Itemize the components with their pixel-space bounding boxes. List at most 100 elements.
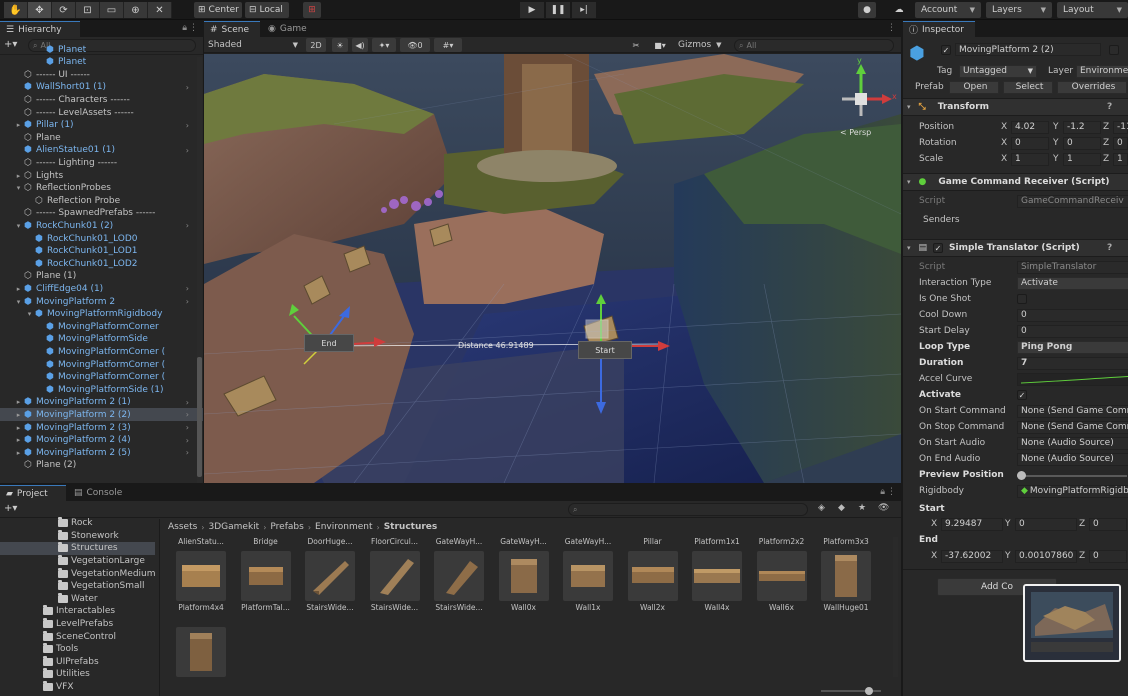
- end-z-field[interactable]: 0: [1089, 549, 1127, 563]
- lock-icon[interactable]: 🔒︎: [182, 23, 187, 33]
- hierarchy-item[interactable]: ⬡ Plane (2): [0, 459, 203, 472]
- transform-tool-icon[interactable]: ⊕: [124, 2, 148, 18]
- asset-item[interactable]: Wall1x: [557, 551, 619, 615]
- hierarchy-item[interactable]: ▸ ⬡ Lights: [0, 169, 203, 182]
- breadcrumb-item[interactable]: Prefabs: [270, 522, 303, 532]
- st-field-checkbox[interactable]: ✓: [1017, 390, 1027, 400]
- tag-dropdown[interactable]: Untagged ▼: [959, 64, 1037, 78]
- folder-item[interactable]: Rock: [0, 517, 93, 530]
- layers-dropdown[interactable]: Layers ▼: [986, 2, 1052, 18]
- pivot-center-toggle[interactable]: ⊞ Center: [194, 2, 242, 18]
- tab-scene[interactable]: # Scene: [204, 21, 260, 37]
- hand-tool-icon[interactable]: ✋: [4, 2, 28, 18]
- hierarchy-item[interactable]: ▾ ⬡ ReflectionProbes: [0, 182, 203, 195]
- chevron-right-icon[interactable]: ›: [186, 410, 189, 419]
- hierarchy-item[interactable]: ⬢ RockChunk01_LOD2: [0, 257, 203, 270]
- st-field-value[interactable]: None (Audio Source): [1017, 436, 1128, 450]
- hierarchy-item[interactable]: ⬢ MovingPlatformCorner: [0, 320, 203, 333]
- prefab-select-button[interactable]: Select: [1003, 80, 1053, 94]
- chevron-right-icon[interactable]: ›: [186, 448, 189, 457]
- asset-item[interactable]: PlatformTal...: [235, 551, 297, 615]
- 2d-toggle[interactable]: 2D: [306, 38, 326, 52]
- chevron-right-icon[interactable]: ›: [186, 284, 189, 293]
- asset-label[interactable]: GateWayH...: [557, 537, 619, 546]
- hierarchy-item[interactable]: ⬢ AlienStatue01 (1) ›: [0, 144, 203, 157]
- favorite-icon[interactable]: ★: [858, 503, 866, 513]
- st-field-value[interactable]: 0: [1017, 308, 1128, 322]
- accel-curve-field[interactable]: [1017, 372, 1128, 386]
- chevron-right-icon[interactable]: ›: [186, 146, 189, 155]
- chevron-right-icon[interactable]: ›: [186, 83, 189, 92]
- folder-item[interactable]: Water: [0, 592, 98, 606]
- asset-label[interactable]: GateWayH...: [493, 537, 555, 546]
- create-icon[interactable]: +▾: [4, 503, 17, 514]
- hierarchy-item[interactable]: ⬡ Reflection Probe: [0, 194, 203, 207]
- asset-item[interactable]: StairsWide...: [299, 551, 361, 615]
- st-field-checkbox[interactable]: [1017, 294, 1027, 304]
- asset-label[interactable]: Bridge: [235, 537, 297, 546]
- pause-button[interactable]: ❚❚: [546, 2, 570, 18]
- kebab-menu-icon[interactable]: ⋮: [887, 487, 896, 497]
- expand-arrow-icon[interactable]: ▸: [14, 449, 23, 457]
- rotation-x-field[interactable]: 0: [1011, 136, 1049, 150]
- gizmos-dropdown[interactable]: Gizmos ▼: [678, 38, 728, 52]
- asset-item[interactable]: Wall0x: [493, 551, 555, 615]
- scale-y-field[interactable]: 1: [1063, 152, 1101, 166]
- filter-label-icon[interactable]: ◆: [838, 503, 845, 513]
- asset-item[interactable]: Wall6x: [751, 551, 813, 615]
- rotate-tool-icon[interactable]: ⟳: [52, 2, 76, 18]
- chevron-right-icon[interactable]: ›: [186, 423, 189, 432]
- hierarchy-item[interactable]: ⬢ RockChunk01_LOD0: [0, 232, 203, 245]
- static-checkbox[interactable]: [1109, 45, 1119, 55]
- expand-arrow-icon[interactable]: ▾: [14, 222, 23, 230]
- snap-icon[interactable]: ⊞: [303, 2, 321, 18]
- expand-arrow-icon[interactable]: ▸: [14, 285, 23, 293]
- pivot-local-toggle[interactable]: ⊟ Local: [245, 2, 289, 18]
- end-y-field[interactable]: 0.00107860: [1015, 549, 1077, 563]
- hierarchy-item[interactable]: ▸ ⬢ MovingPlatform 2 (3) ›: [0, 421, 203, 434]
- breadcrumb-item[interactable]: 3DGamekit: [209, 522, 260, 532]
- st-field-value[interactable]: None (Send Game Comm: [1017, 404, 1128, 418]
- hierarchy-item[interactable]: ⬢ MovingPlatformCorner (: [0, 371, 203, 384]
- active-checkbox[interactable]: ✓: [941, 45, 951, 55]
- start-y-field[interactable]: 0: [1015, 517, 1077, 531]
- audio-icon[interactable]: ◀): [352, 38, 368, 52]
- hierarchy-item[interactable]: ▸ ⬢ MovingPlatform 2 (4) ›: [0, 434, 203, 447]
- asset-item[interactable]: Wall4x: [686, 551, 748, 615]
- folder-item[interactable]: Interactables: [0, 605, 115, 618]
- expand-arrow-icon[interactable]: ▸: [14, 436, 23, 444]
- slider-knob[interactable]: [865, 687, 873, 695]
- asset-item[interactable]: [170, 627, 232, 691]
- tab-game[interactable]: ◉ Game: [262, 21, 314, 37]
- expand-arrow-icon[interactable]: ▸: [14, 411, 23, 419]
- chevron-right-icon[interactable]: ›: [186, 436, 189, 445]
- asset-label[interactable]: Platform2x2: [751, 537, 813, 546]
- hierarchy-item[interactable]: ▾ ⬢ MovingPlatformRigidbody: [0, 308, 203, 321]
- chevron-right-icon[interactable]: ›: [186, 221, 189, 230]
- asset-label[interactable]: AlienStatu...: [170, 537, 232, 546]
- position-y-field[interactable]: -1.2: [1063, 120, 1101, 134]
- camera-icon[interactable]: ■▾: [648, 38, 672, 52]
- hierarchy-item[interactable]: ⬢ Planet: [0, 43, 203, 56]
- scene-render[interactable]: [204, 54, 901, 483]
- folder-item[interactable]: SceneControl: [0, 630, 116, 643]
- hierarchy-item[interactable]: ▸ ⬢ MovingPlatform 2 (5) ›: [0, 446, 203, 459]
- end-x-field[interactable]: -37.62002: [941, 549, 1003, 563]
- tab-project[interactable]: ▰ Project: [0, 485, 66, 501]
- layer-dropdown[interactable]: Environment: [1076, 64, 1128, 78]
- kebab-menu-icon[interactable]: ⋮: [887, 23, 896, 33]
- chevron-right-icon[interactable]: ›: [186, 297, 189, 306]
- custom-tool-icon[interactable]: ✕: [148, 2, 172, 18]
- scale-tool-icon[interactable]: ⊡: [76, 2, 100, 18]
- st-field-value[interactable]: 7: [1017, 356, 1128, 370]
- folder-item[interactable]: VegetationLarge: [0, 555, 145, 568]
- grid-icon[interactable]: #▾: [434, 38, 462, 52]
- help-icon[interactable]: ?: [1107, 243, 1112, 253]
- transform-header[interactable]: ▾ ⤡ Transform ?: [903, 98, 1128, 116]
- hierarchy-item[interactable]: ▸ ⬢ MovingPlatform 2 (2) ›: [0, 408, 203, 422]
- hierarchy-item[interactable]: ⬡ ------ SpawnedPrefabs ------: [0, 207, 203, 220]
- thumbnail-size-slider[interactable]: [821, 687, 881, 695]
- persp-label[interactable]: < Persp: [840, 128, 871, 137]
- breadcrumb-item[interactable]: Structures: [384, 522, 438, 532]
- tab-console[interactable]: ▤ Console: [68, 485, 130, 501]
